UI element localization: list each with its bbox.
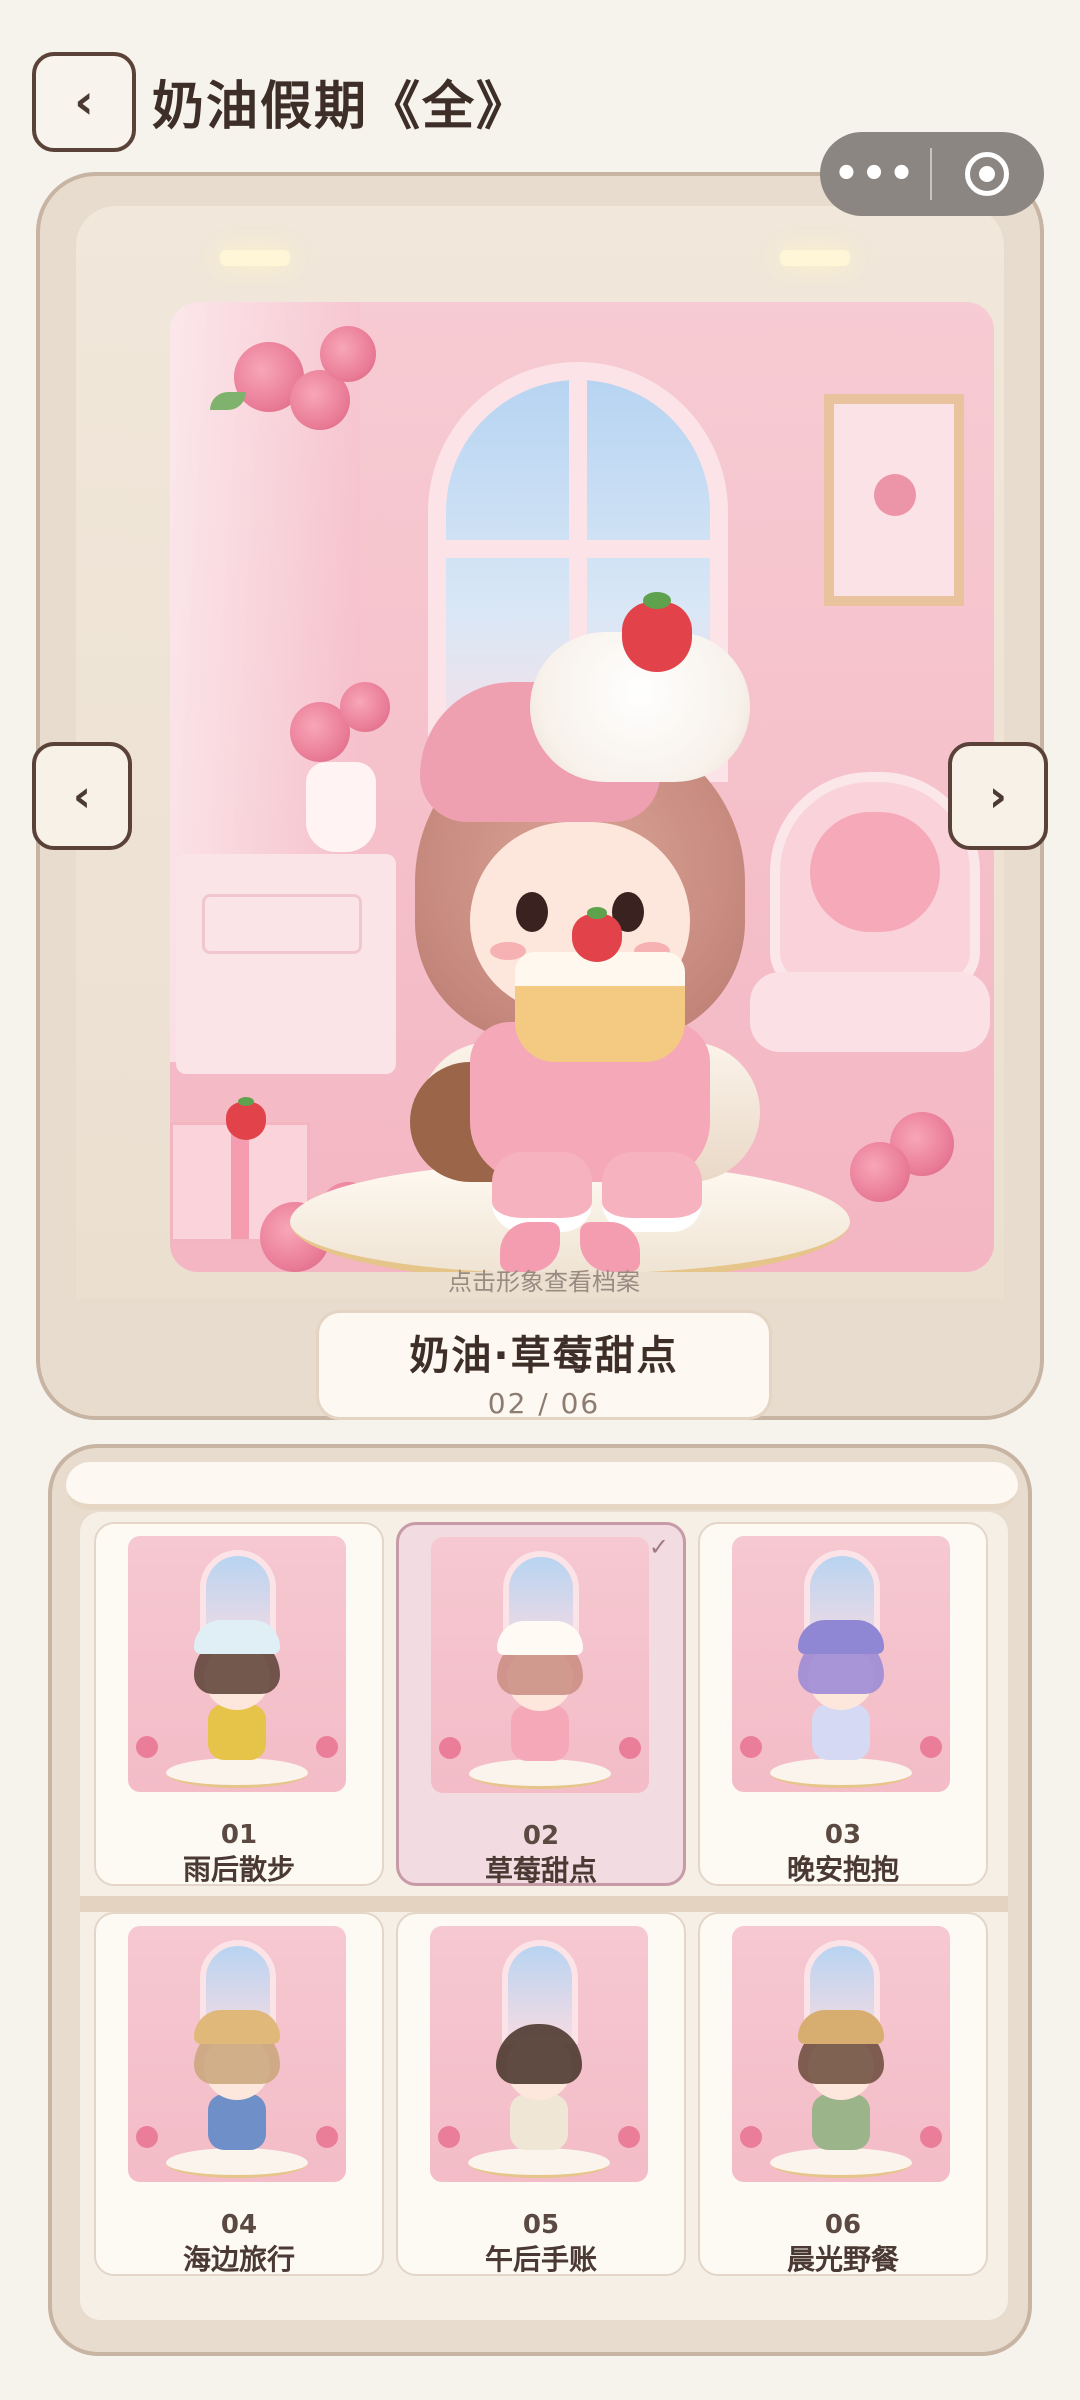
figure-label: 雨后散步 xyxy=(182,1853,295,1886)
back-icon: ‹ xyxy=(74,74,94,130)
figure-thumbnail xyxy=(431,1537,649,1793)
current-figure-name: 奶油·草莓甜点 xyxy=(409,1333,679,1379)
flower-vase xyxy=(306,762,376,852)
shelf-divider xyxy=(80,1896,1008,1912)
collection-panel: 01 雨后散步 ✓ 02 草莓甜点 03 晚安抱抱 04 海边旅行 05 午后手… xyxy=(48,1444,1032,2356)
panel-top-edge xyxy=(66,1462,1018,1510)
figure-label: 午后手账 xyxy=(484,2243,597,2276)
rose-decoration xyxy=(320,326,376,382)
display-cabinet xyxy=(76,206,1004,1298)
page-title: 奶油假期《全》 xyxy=(152,77,531,137)
figure-thumbnail xyxy=(732,1536,950,1792)
target-icon xyxy=(965,152,1009,196)
figure-shoe xyxy=(492,1152,592,1232)
figure-number: 03 xyxy=(824,1820,862,1850)
figure-thumbnail xyxy=(128,1536,346,1792)
tap-hint: 点击形象查看档案 xyxy=(448,1268,640,1296)
figure-thumbnail xyxy=(128,1926,346,2182)
figure-label: 晚安抱抱 xyxy=(786,1853,899,1886)
more-icon[interactable]: ••• xyxy=(820,151,930,197)
figure-label: 晨光野餐 xyxy=(786,2243,899,2276)
strawberry-decoration xyxy=(572,907,622,962)
strawberry-topper xyxy=(622,592,692,672)
check-icon: ✓ xyxy=(648,1533,669,1561)
figure-thumbnail xyxy=(430,1926,648,2182)
collection-grid: 01 雨后散步 ✓ 02 草莓甜点 03 晚安抱抱 04 海边旅行 05 午后手… xyxy=(80,1512,1008,2320)
spotlight-lamp-left xyxy=(220,250,290,266)
figure-number: 01 xyxy=(220,1820,258,1850)
figure-card-04[interactable]: 04 海边旅行 xyxy=(94,1912,384,2276)
character-figure-image[interactable] xyxy=(170,302,994,1272)
figure-label: 海边旅行 xyxy=(182,2243,295,2276)
figure-card-02[interactable]: ✓ 02 草莓甜点 xyxy=(396,1522,686,1887)
current-figure-index: 02 / 06 xyxy=(487,1387,601,1420)
previous-button[interactable]: ‹ xyxy=(32,742,132,850)
chevron-left-icon: ‹ xyxy=(72,770,92,822)
rose-picture-frame xyxy=(824,394,964,606)
figure-number: 06 xyxy=(824,2210,862,2240)
side-table xyxy=(176,854,396,1074)
figure-card-03[interactable]: 03 晚安抱抱 xyxy=(698,1522,988,1886)
rose-decoration xyxy=(340,682,390,732)
chevron-right-icon: › xyxy=(988,770,1008,822)
strawberry-cake xyxy=(515,952,685,1062)
next-button[interactable]: › xyxy=(948,742,1048,850)
spotlight-lamp-right xyxy=(780,250,850,266)
figure-shoe xyxy=(602,1152,702,1232)
strawberry-decoration xyxy=(226,1096,266,1140)
close-target-button[interactable] xyxy=(932,152,1042,196)
figure-number: 02 xyxy=(522,1821,560,1851)
figure-card-05[interactable]: 05 午后手账 xyxy=(396,1912,686,2276)
rose-decoration xyxy=(850,1142,910,1202)
figure-label: 草莓甜点 xyxy=(484,1854,597,1887)
figure-number: 04 xyxy=(220,2210,258,2240)
figure-thumbnail xyxy=(732,1926,950,2182)
figure-number: 05 xyxy=(522,2210,560,2240)
back-button[interactable]: ‹ xyxy=(32,52,136,152)
figure-card-01[interactable]: 01 雨后散步 xyxy=(94,1522,384,1886)
figure-eye xyxy=(516,892,548,932)
current-figure-card: 奶油·草莓甜点 02 / 06 xyxy=(316,1310,772,1420)
figure-card-06[interactable]: 06 晨光野餐 xyxy=(698,1912,988,2276)
miniprogram-capsule: ••• xyxy=(820,132,1044,216)
showcase-frame: 点击形象查看档案 奶油·草莓甜点 02 / 06 xyxy=(36,172,1044,1420)
